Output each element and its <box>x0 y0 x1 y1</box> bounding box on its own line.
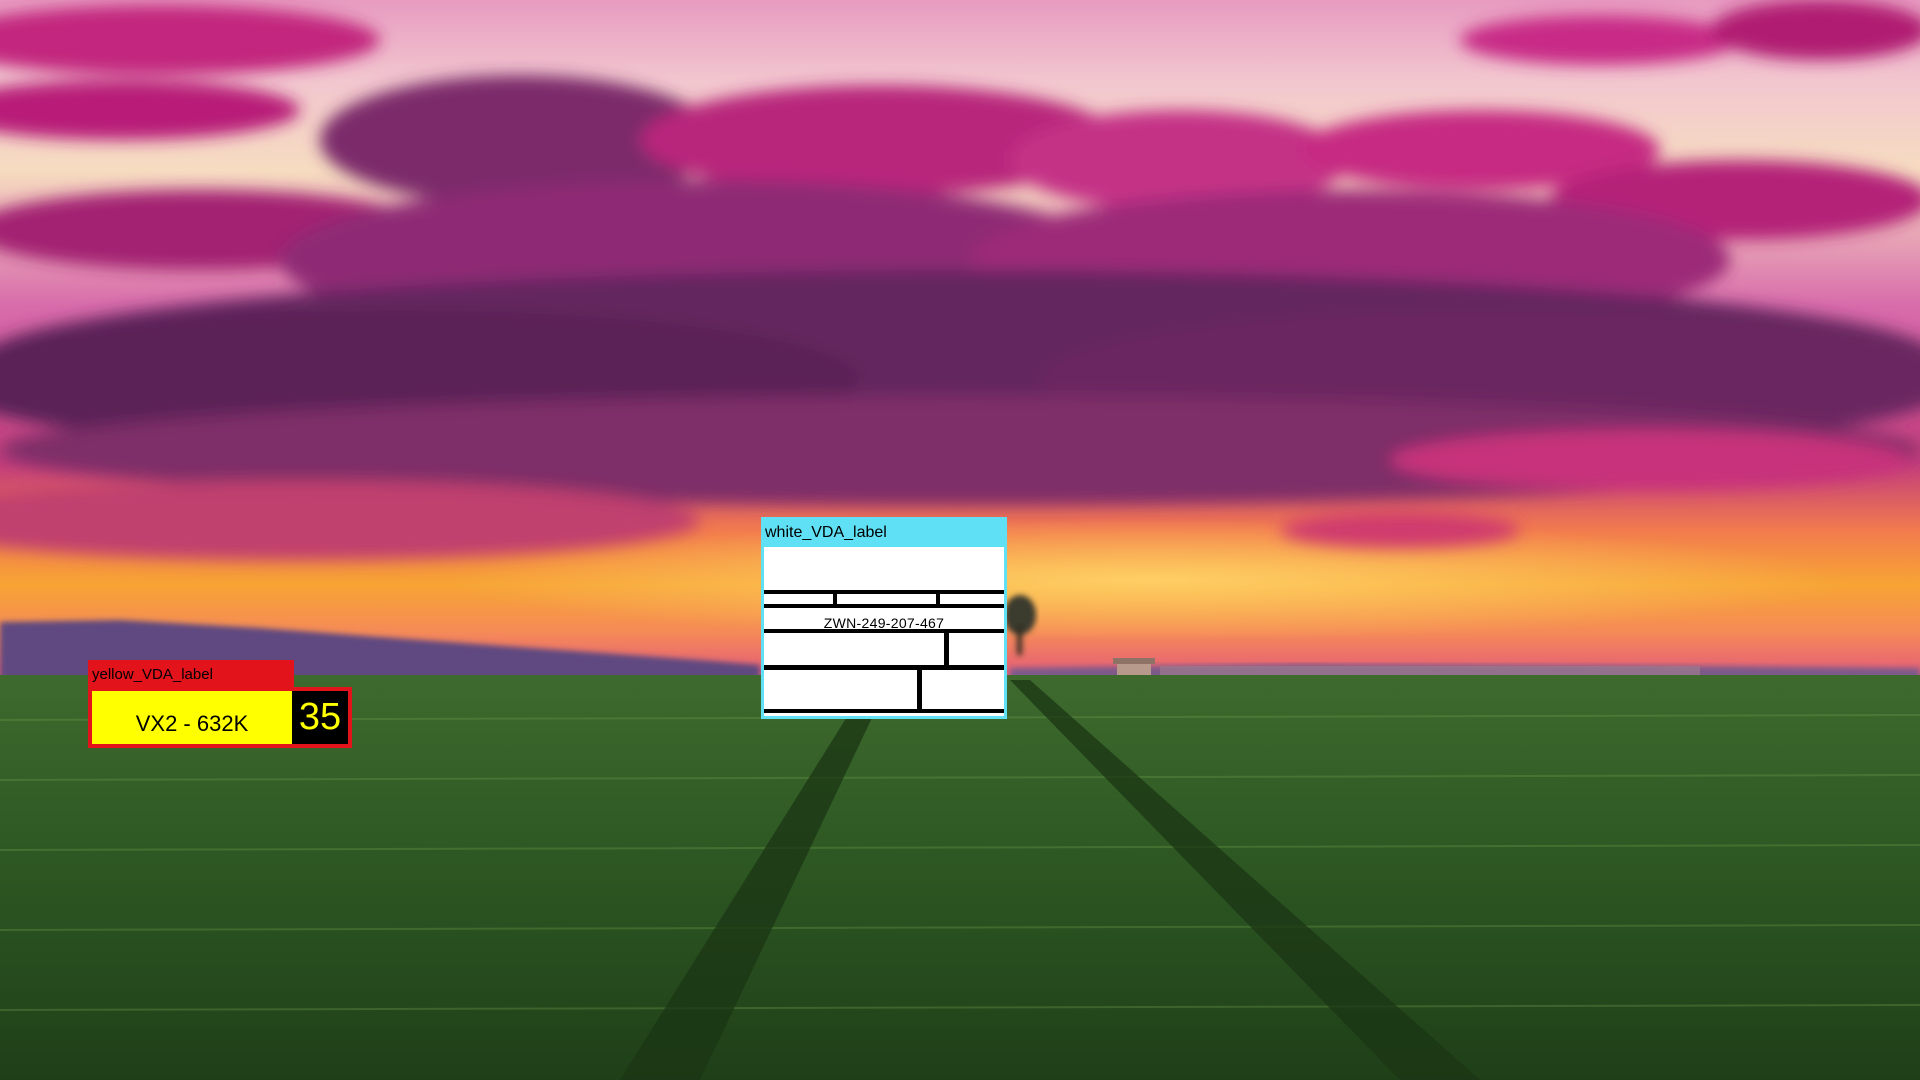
window-title[interactable]: yellow_VDA_label <box>88 660 294 688</box>
label-divider <box>944 629 949 669</box>
yellow-label-frame: VX2 - 632K 35 <box>88 687 352 748</box>
white-vda-label-window[interactable]: white_VDA_label ZWN-249-207-467 <box>761 517 1007 719</box>
label-rule <box>764 709 1004 713</box>
window-title[interactable]: white_VDA_label <box>761 517 1007 547</box>
label-code-text: ZWN-249-207-467 <box>823 615 945 631</box>
label-text-field: VX2 - 632K <box>92 691 292 744</box>
label-rule <box>764 604 1004 608</box>
yellow-vda-label-window[interactable]: yellow_VDA_label VX2 - 632K 35 <box>88 660 352 748</box>
white-label-frame: ZWN-249-207-467 <box>764 547 1004 716</box>
label-divider <box>833 590 837 608</box>
label-count-badge: 35 <box>292 691 348 744</box>
desktop: yellow_VDA_label VX2 - 632K 35 white_VDA… <box>0 0 1920 1080</box>
label-divider <box>936 590 940 608</box>
label-rule <box>764 665 1004 670</box>
label-divider <box>917 665 922 713</box>
label-rule <box>764 590 1004 594</box>
